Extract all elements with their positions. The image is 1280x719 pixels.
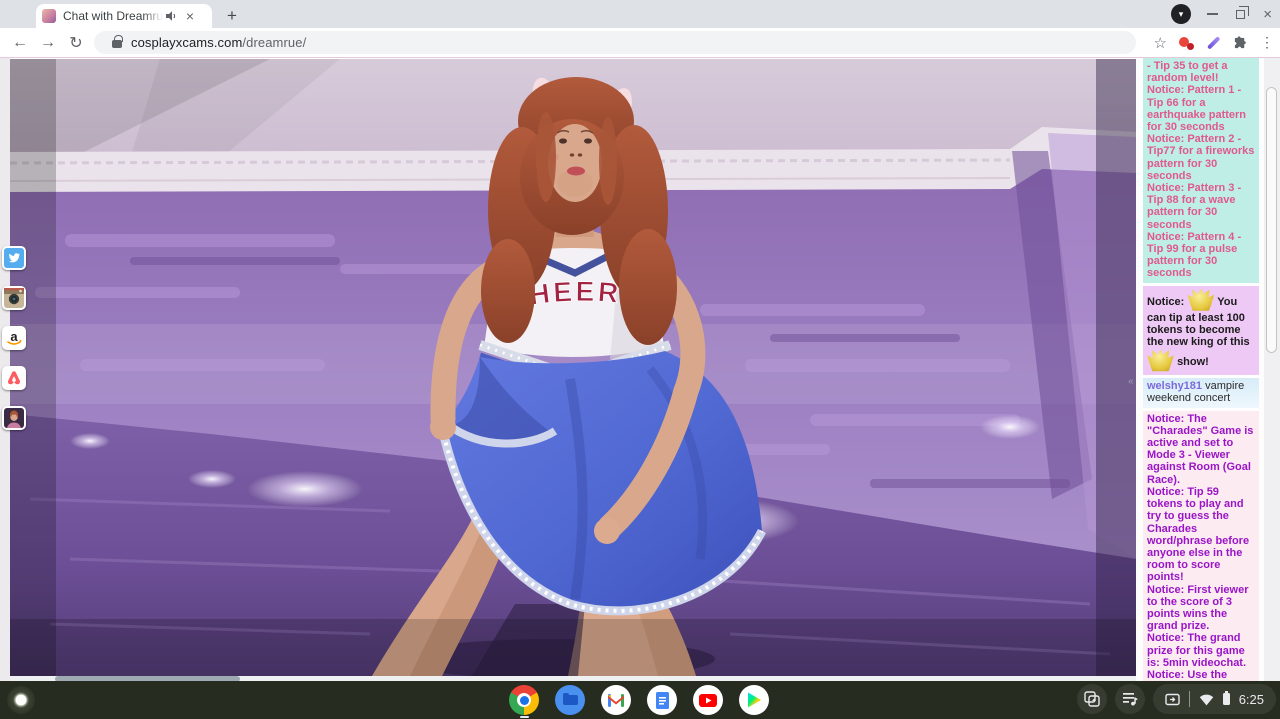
chrome-active-indicator: [520, 716, 529, 718]
svg-text:a: a: [10, 329, 18, 344]
browser-toolbar: ← → ↻ cosplayxcams.com/dreamrue/ ☆ ⋮: [0, 28, 1280, 57]
twitter-icon: [4, 248, 24, 268]
shelf-app-files[interactable]: [555, 685, 585, 715]
shelf-app-gmail[interactable]: [601, 685, 631, 715]
chat-king-prefix: Notice:: [1147, 296, 1184, 308]
chat-username[interactable]: welshy181: [1147, 380, 1202, 392]
airbnb-icon: [4, 368, 24, 388]
youtube-icon: [699, 694, 717, 707]
shelf-app-docs[interactable]: [647, 685, 677, 715]
back-button[interactable]: ←: [6, 34, 34, 52]
social-sidebar: a: [2, 246, 26, 430]
chat-user-message: welshy181 vampire weekend concert: [1143, 378, 1259, 407]
screen: Chat with Dreamrue in a Live × + ▾ × ← →…: [0, 0, 1280, 719]
chat-tip-menu-section: - Tip 35 to get a random level! Notice: …: [1143, 58, 1259, 283]
chat-line: Notice: The "Charades" Game is active an…: [1147, 413, 1256, 486]
system-tray[interactable]: 6:25: [1153, 684, 1276, 714]
chat-line: Notice: Pattern 3 - Tip 88 for a wave pa…: [1147, 182, 1256, 231]
chat-line: Notice: Pattern 4 - Tip 99 for a pulse p…: [1147, 231, 1256, 280]
clock: 6:25: [1239, 692, 1264, 707]
reload-button[interactable]: ↻: [62, 33, 90, 53]
screen-capture-button[interactable]: [1077, 684, 1107, 714]
chat-line: Notice: Pattern 1 - Tip 66 for a earthqu…: [1147, 84, 1256, 133]
browser-menu-icon[interactable]: ⋮: [1260, 34, 1274, 51]
live-cam-video[interactable]: CHEERS: [10, 59, 1136, 676]
google-play-icon: [747, 692, 762, 708]
tab-title: Chat with Dreamrue in a Live: [63, 9, 163, 23]
playlist-music-icon: [1122, 691, 1138, 707]
vertical-scrollbar-thumb[interactable]: [1266, 87, 1277, 353]
tab-search-icon[interactable]: ▾: [1171, 4, 1191, 24]
address-bar[interactable]: cosplayxcams.com/dreamrue/: [94, 31, 1136, 54]
instagram-icon: [4, 288, 24, 308]
battery-icon: [1223, 693, 1230, 705]
new-tab-button[interactable]: +: [222, 6, 242, 26]
page-content: CHEERS: [0, 57, 1280, 681]
chat-line: Notice: First viewer to the score of 3 p…: [1147, 584, 1256, 633]
window-minimize-button[interactable]: [1207, 13, 1218, 15]
shelf-app-play[interactable]: [739, 685, 769, 715]
status-area: 6:25: [1077, 684, 1276, 714]
launcher-button[interactable]: [7, 686, 35, 714]
chat-line: Notice: Tip 59 tokens to play and try to…: [1147, 486, 1256, 584]
crown-icon: [1187, 288, 1214, 312]
chat-line: Notice: Pattern 2 - Tip77 for a firework…: [1147, 133, 1256, 182]
tab-favicon: [42, 9, 56, 23]
tab-close-icon[interactable]: ×: [183, 9, 197, 23]
window-restore-button[interactable]: [1236, 10, 1245, 19]
url-path: /dreamrue/: [242, 35, 306, 50]
instagram-link[interactable]: [2, 286, 26, 310]
airbnb-link[interactable]: [2, 366, 26, 390]
forward-button[interactable]: →: [34, 34, 62, 52]
chrome-icon: [509, 685, 539, 715]
window-close-button[interactable]: ×: [1263, 8, 1272, 21]
tab-strip: Chat with Dreamrue in a Live × + ▾ ×: [0, 0, 1280, 28]
amazon-link[interactable]: a: [2, 326, 26, 350]
gmail-icon: [608, 694, 624, 707]
amazon-icon: a: [4, 328, 24, 348]
profile-photo-link[interactable]: [2, 406, 26, 430]
url-text[interactable]: cosplayxcams.com/dreamrue/: [131, 35, 306, 50]
chat-king-suffix: show!: [1177, 356, 1209, 368]
video-scene: CHEERS: [10, 59, 1136, 676]
screen-capture-icon: [1084, 691, 1100, 707]
url-domain: cosplayxcams.com: [131, 35, 242, 50]
chat-collapse-handle[interactable]: «: [1128, 376, 1134, 387]
media-controls-button[interactable]: [1115, 684, 1145, 714]
chat-charades-section: Notice: The "Charades" Game is active an…: [1143, 411, 1259, 682]
chromeos-shelf: 6:25: [0, 681, 1280, 719]
vertical-scrollbar[interactable]: [1264, 58, 1280, 682]
shelf-apps: [509, 685, 769, 715]
wifi-icon: [1199, 693, 1214, 706]
shelf-app-youtube[interactable]: [693, 685, 723, 715]
docs-icon: [656, 692, 669, 709]
bookmark-star-icon[interactable]: ☆: [1154, 34, 1167, 52]
profile-photo-icon: [4, 408, 24, 428]
audio-playing-icon[interactable]: [165, 10, 177, 22]
chat-line: Notice: The grand prize for this game is…: [1147, 632, 1256, 669]
extensions-puzzle-icon[interactable]: [1233, 35, 1248, 50]
padlock-icon[interactable]: [112, 40, 122, 48]
twitter-link[interactable]: [2, 246, 26, 270]
tray-separator: [1189, 691, 1190, 707]
extension-pen-icon[interactable]: [1206, 35, 1221, 50]
chat-panel[interactable]: - Tip 35 to get a random level! Notice: …: [1143, 58, 1259, 682]
chat-line: - Tip 35 to get a random level!: [1147, 60, 1256, 84]
files-icon: [555, 685, 585, 715]
shelf-app-chrome[interactable]: [509, 685, 539, 715]
window-switch-icon: [1165, 692, 1180, 707]
browser-tab[interactable]: Chat with Dreamrue in a Live ×: [36, 4, 212, 28]
chat-king-notice: Notice: You can tip at least 100 tokens …: [1143, 286, 1259, 376]
crown-icon: [1147, 348, 1174, 372]
extension-red-icon[interactable]: [1179, 35, 1194, 50]
